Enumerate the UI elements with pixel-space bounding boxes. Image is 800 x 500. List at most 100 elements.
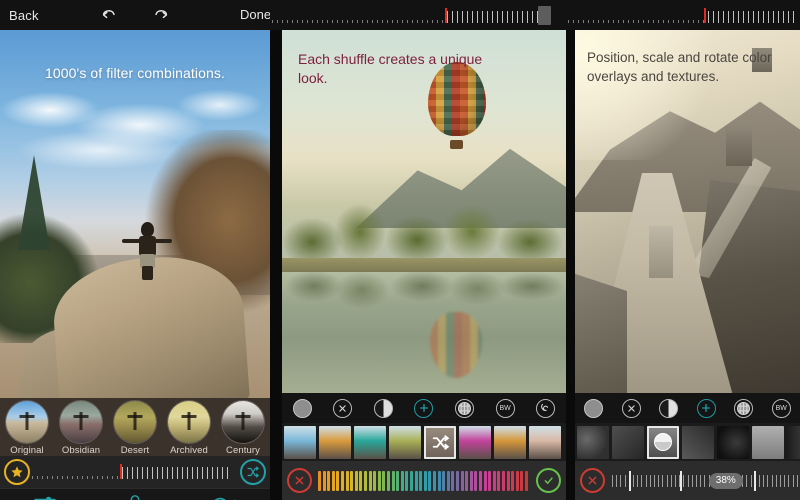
plus-circle-icon[interactable] <box>696 398 716 418</box>
cancel-button[interactable] <box>580 468 605 493</box>
filter-preset-desert[interactable]: Desert <box>109 400 161 456</box>
pine-tree <box>18 155 50 250</box>
shuffle-panel: Each shuffle creates a unique look. BW <box>282 30 566 500</box>
watchtower-near <box>649 226 673 278</box>
color-swatch[interactable] <box>424 425 456 459</box>
solid-circle-icon[interactable] <box>292 398 312 418</box>
panel-divider <box>566 30 575 500</box>
ruler-divider <box>754 470 757 491</box>
filter-preset-strip: Original Obsidian Desert Archived Centur… <box>0 398 270 456</box>
color-swatch[interactable] <box>319 425 351 459</box>
color-swatch-strip[interactable] <box>282 423 566 461</box>
bottom-tab-bar: Adjust Color Texture <box>0 488 270 500</box>
photo-balloon-over-lake[interactable]: Each shuffle creates a unique look. <box>282 30 566 393</box>
color-confirm-bar <box>282 461 566 500</box>
sliders-icon <box>10 494 80 500</box>
filter-thumbnail <box>221 400 265 444</box>
panel-headline: 1000's of filter combinations. <box>45 65 225 81</box>
texture-confirm-bar: 38% <box>575 461 800 500</box>
bw-circle-icon[interactable]: BW <box>495 398 515 418</box>
top-ruler-slider-a[interactable] <box>270 0 552 30</box>
tree-reflection <box>282 272 566 332</box>
spiral-icon[interactable] <box>536 398 556 418</box>
torso <box>139 236 156 256</box>
top-ruler-slider-b[interactable] <box>566 0 800 30</box>
ruler-ticks <box>566 10 800 23</box>
tab-adjust[interactable]: Adjust <box>10 494 80 500</box>
photo-great-wall[interactable]: Position, scale and rotate color overlay… <box>575 30 800 393</box>
half-circle-icon[interactable] <box>659 398 679 418</box>
balloon-basket <box>450 140 463 149</box>
opacity-value-badge: 38% <box>708 472 743 489</box>
color-swatch[interactable] <box>459 425 491 459</box>
done-button[interactable]: Done <box>240 7 271 22</box>
filter-preset-century[interactable]: Century <box>217 400 269 456</box>
filter-thumbnail <box>59 400 103 444</box>
grid-globe-icon[interactable] <box>455 398 475 418</box>
top-toolbar-left: Back Done <box>0 0 271 30</box>
redo-arrow-icon[interactable] <box>152 5 170 23</box>
texture-thumbnail[interactable] <box>752 425 784 459</box>
texture-panel: Position, scale and rotate color overlay… <box>575 30 800 500</box>
filter-label: Century <box>226 445 260 456</box>
color-swatch[interactable] <box>529 425 561 459</box>
back-button[interactable]: Back <box>9 8 39 23</box>
undo-arrow-icon[interactable] <box>100 5 118 23</box>
color-swatch[interactable] <box>354 425 386 459</box>
texture-thumbnail[interactable] <box>682 425 714 459</box>
panel-headline: Position, scale and rotate color overlay… <box>587 50 772 84</box>
texture-thumbnail[interactable] <box>787 425 800 459</box>
color-swatch[interactable] <box>284 425 316 459</box>
close-circle-icon[interactable] <box>621 398 641 418</box>
filter-preset-archived[interactable]: Archived <box>163 400 215 456</box>
texture-thumbnail[interactable] <box>717 425 749 459</box>
filter-thumbnail <box>113 400 157 444</box>
overlay-tool-row: BW <box>282 393 566 423</box>
tab-color[interactable]: Color <box>100 494 170 500</box>
shuffle-icon[interactable] <box>240 459 266 485</box>
ruler-marker <box>119 464 122 479</box>
filter-label: Original <box>10 445 44 456</box>
half-circle-icon[interactable] <box>373 398 393 418</box>
texture-thumbnail-strip[interactable] <box>575 423 800 461</box>
top-toolbar: Back Done <box>0 0 800 30</box>
ruler-marker <box>704 8 707 23</box>
filter-strength-slider[interactable] <box>30 456 240 488</box>
texture-thumbnail[interactable] <box>612 425 644 459</box>
filter-thumbnail <box>167 400 211 444</box>
confirm-button[interactable] <box>536 468 561 493</box>
ruler-thumb[interactable] <box>537 6 551 25</box>
shuffle-icon <box>424 426 456 459</box>
star-icon[interactable] <box>4 459 30 485</box>
ruler-divider <box>680 470 683 491</box>
ruler-marker <box>444 8 447 23</box>
texture-thumbnail[interactable] <box>647 425 679 459</box>
ruler-ticks <box>30 466 240 479</box>
color-swatch[interactable] <box>494 425 526 459</box>
plus-circle-icon[interactable] <box>414 398 434 418</box>
head <box>141 222 154 237</box>
texture-thumbnail[interactable] <box>577 425 609 459</box>
bw-circle-icon[interactable]: BW <box>771 398 791 418</box>
photo-person-on-rock[interactable]: 1000's of filter combinations. <box>0 30 270 398</box>
filter-preset-original[interactable]: Original <box>1 400 53 456</box>
filter-thumbnail <box>5 400 49 444</box>
three-circles-icon <box>100 494 170 500</box>
grid-globe-icon[interactable] <box>734 398 754 418</box>
hue-slider[interactable] <box>317 468 531 494</box>
filters-panel: 1000's of filter combinations. Original … <box>0 30 270 500</box>
ruler-divider <box>629 470 631 491</box>
tab-texture[interactable]: Texture <box>190 494 260 500</box>
filter-label: Obsidian <box>61 445 101 456</box>
panel-headline: Each shuffle creates a unique look. <box>298 51 483 86</box>
filter-preset-obsidian[interactable]: Obsidian <box>55 400 107 456</box>
shoreline <box>282 258 566 272</box>
filter-label: Archived <box>170 445 208 456</box>
opacity-slider[interactable]: 38% <box>610 468 800 494</box>
close-circle-icon[interactable] <box>333 398 353 418</box>
cancel-button[interactable] <box>287 468 312 493</box>
overlay-tool-row: BW <box>575 393 800 423</box>
vignette-shape <box>654 433 672 451</box>
solid-circle-icon[interactable] <box>584 398 604 418</box>
color-swatch[interactable] <box>389 425 421 459</box>
